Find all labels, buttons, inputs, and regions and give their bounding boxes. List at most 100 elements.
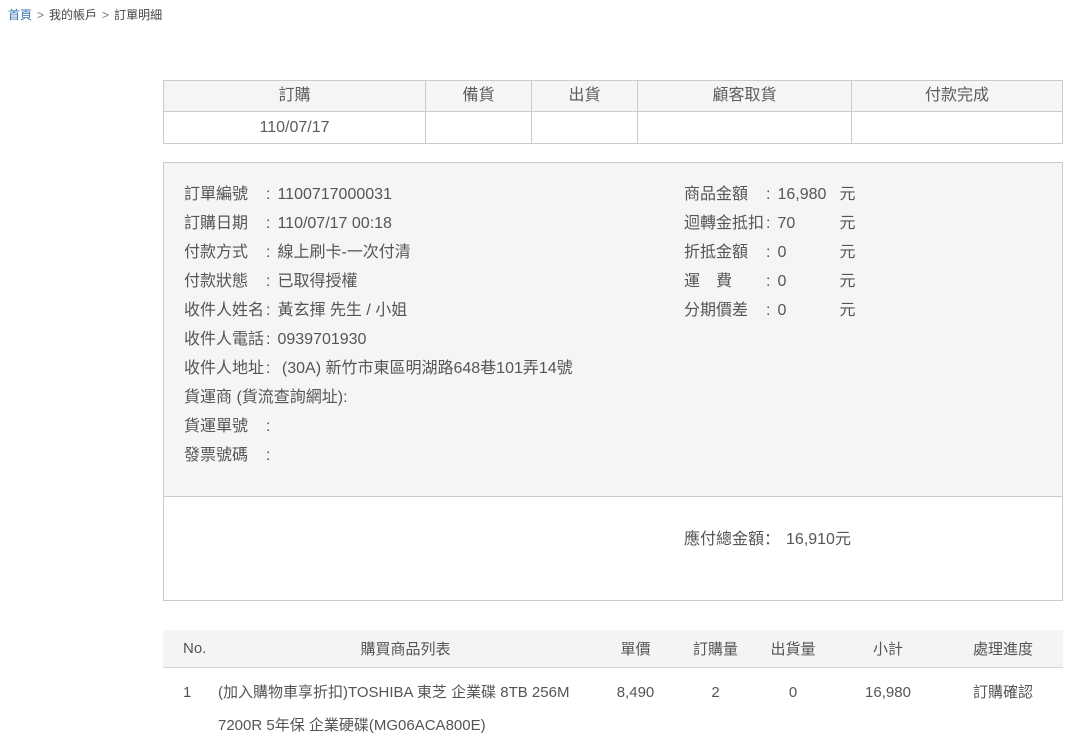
colon: : <box>266 325 270 354</box>
field-value: 已取得授權 <box>277 273 357 290</box>
field-discount-amount: 折抵金額:0元 <box>684 238 855 267</box>
order-info-left-column: 訂單編號:1100717000031 訂購日期:110/07/17 00:18 … <box>184 180 573 470</box>
total-amount-section: 應付總金額： 16,910元 <box>164 497 1062 600</box>
breadcrumb-my-account: 我的帳戶 <box>49 8 97 22</box>
item-unit-price: 8,490 <box>593 676 678 709</box>
status-value-shipped <box>531 112 637 143</box>
field-value: 110/07/17 00:18 <box>277 215 391 232</box>
status-header-row: 訂購 備貨 出貨 顧客取貨 付款完成 <box>164 81 1062 112</box>
currency-unit: 元 <box>839 302 855 319</box>
items-header-shipped: 出貨量 <box>753 638 833 659</box>
field-order-number: 訂單編號:1100717000031 <box>184 180 573 209</box>
colon: : <box>266 180 270 209</box>
field-rebate-deduction: 迴轉金抵扣:70元 <box>684 209 855 238</box>
items-header-name: 購買商品列表 <box>218 638 593 659</box>
item-status: 訂購確認 <box>943 676 1063 709</box>
items-header-row: No. 購買商品列表 單價 訂購量 出貨量 小計 處理進度 <box>163 630 1063 668</box>
breadcrumb: 首頁 > 我的帳戶 > 訂單明細 <box>8 6 162 23</box>
field-value: 16,980 <box>777 180 839 209</box>
colon: : <box>766 267 770 296</box>
field-payment-status: 付款狀態:已取得授權 <box>184 267 573 296</box>
field-label: 貨運單號 <box>184 412 266 441</box>
currency-unit: 元 <box>839 215 855 232</box>
field-recipient-phone: 收件人電話:0939701930 <box>184 325 573 354</box>
status-header-payment-done: 付款完成 <box>851 81 1062 111</box>
status-header-shipped: 出貨 <box>531 81 637 111</box>
field-value: 0 <box>777 238 839 267</box>
item-row: 1 (加入購物車享折扣)TOSHIBA 東芝 企業碟 8TB 256M 7200… <box>163 668 1063 742</box>
colon: : <box>266 354 270 383</box>
field-value: 0 <box>777 267 839 296</box>
status-header-customer-pickup: 顧客取貨 <box>637 81 851 111</box>
status-value-preparing <box>425 112 531 143</box>
breadcrumb-separator: > <box>102 8 109 22</box>
total-amount-value: 16,910元 <box>786 531 851 548</box>
colon: : <box>266 412 270 441</box>
field-label: 收件人電話 <box>184 325 266 354</box>
field-recipient-address: 收件人地址: (30A) 新竹市東區明湖路648巷101弄14號 <box>184 354 573 383</box>
purchased-items-table: No. 購買商品列表 單價 訂購量 出貨量 小計 處理進度 1 (加入購物車享折… <box>163 630 1063 742</box>
field-label: 迴轉金抵扣 <box>684 209 766 238</box>
status-value-customer-pickup <box>637 112 851 143</box>
field-installment-difference: 分期價差:0元 <box>684 296 855 325</box>
status-value-row: 110/07/17 <box>164 112 1062 143</box>
field-value: 70 <box>777 209 839 238</box>
field-label: 收件人姓名 <box>184 296 266 325</box>
field-label: 分期價差 <box>684 296 766 325</box>
order-detail-panel: 訂單編號:1100717000031 訂購日期:110/07/17 00:18 … <box>163 162 1063 601</box>
field-invoice-number: 發票號碼: <box>184 441 573 470</box>
item-qty: 2 <box>678 676 753 709</box>
colon: : <box>266 209 270 238</box>
field-value: 黃玄揮 先生 / 小姐 <box>277 302 407 319</box>
items-header-subtotal: 小計 <box>833 638 943 659</box>
field-value: (30A) 新竹市東區明湖路648巷101弄14號 <box>277 360 572 377</box>
status-value-ordered-date: 110/07/17 <box>164 112 425 143</box>
colon: : <box>766 296 770 325</box>
colon: : <box>266 238 270 267</box>
currency-unit: 元 <box>839 273 855 290</box>
colon: : <box>766 180 770 209</box>
items-header-no: No. <box>163 640 218 657</box>
item-name: (加入購物車享折扣)TOSHIBA 東芝 企業碟 8TB 256M 7200R … <box>218 676 576 742</box>
colon: : <box>766 238 770 267</box>
order-detail-fields: 訂單編號:1100717000031 訂購日期:110/07/17 00:18 … <box>164 163 1062 497</box>
status-value-payment-done <box>851 112 1062 143</box>
order-info-right-column: 商品金額:16,980元 迴轉金抵扣:70元 折抵金額:0元 運 費:0元 分期… <box>684 180 855 325</box>
item-subtotal: 16,980 <box>833 676 943 709</box>
colon: : <box>266 296 270 325</box>
field-payment-method: 付款方式: 線上刷卡-一次付清 <box>184 238 573 267</box>
items-header-unit-price: 單價 <box>593 638 678 659</box>
field-label: 商品金額 <box>684 180 766 209</box>
field-label: 付款方式 <box>184 238 266 267</box>
field-tracking-number: 貨運單號: <box>184 412 573 441</box>
colon: : <box>266 441 270 470</box>
field-value: 線上刷卡-一次付清 <box>277 244 410 261</box>
breadcrumb-home-link[interactable]: 首頁 <box>8 8 32 22</box>
field-order-date: 訂購日期:110/07/17 00:18 <box>184 209 573 238</box>
items-header-status: 處理進度 <box>943 638 1063 659</box>
field-label: 發票號碼 <box>184 441 266 470</box>
breadcrumb-separator: > <box>37 8 44 22</box>
items-header-qty: 訂購量 <box>678 638 753 659</box>
field-label: 收件人地址 <box>184 354 266 383</box>
currency-unit: 元 <box>839 244 855 261</box>
status-header-ordered: 訂購 <box>164 81 425 111</box>
breadcrumb-order-detail: 訂單明細 <box>114 8 162 22</box>
item-shipped: 0 <box>753 676 833 709</box>
field-label: 折抵金額 <box>684 238 766 267</box>
item-name-cell: (加入購物車享折扣)TOSHIBA 東芝 企業碟 8TB 256M 7200R … <box>218 676 593 742</box>
colon: : <box>343 383 347 412</box>
order-status-table: 訂購 備貨 出貨 顧客取貨 付款完成 110/07/17 <box>163 80 1063 144</box>
field-product-amount: 商品金額:16,980元 <box>684 180 855 209</box>
field-value: 0 <box>777 296 839 325</box>
colon: : <box>266 267 270 296</box>
total-amount-label: 應付總金額： <box>684 531 780 548</box>
colon: : <box>766 209 770 238</box>
item-no: 1 <box>163 676 218 709</box>
field-label: 貨運商 (貨流查詢網址) <box>184 383 343 412</box>
field-shipping-fee: 運 費:0元 <box>684 267 855 296</box>
currency-unit: 元 <box>839 186 855 203</box>
field-label: 運 費 <box>684 267 766 296</box>
field-carrier: 貨運商 (貨流查詢網址): <box>184 383 573 412</box>
field-value: 0939701930 <box>277 331 366 348</box>
